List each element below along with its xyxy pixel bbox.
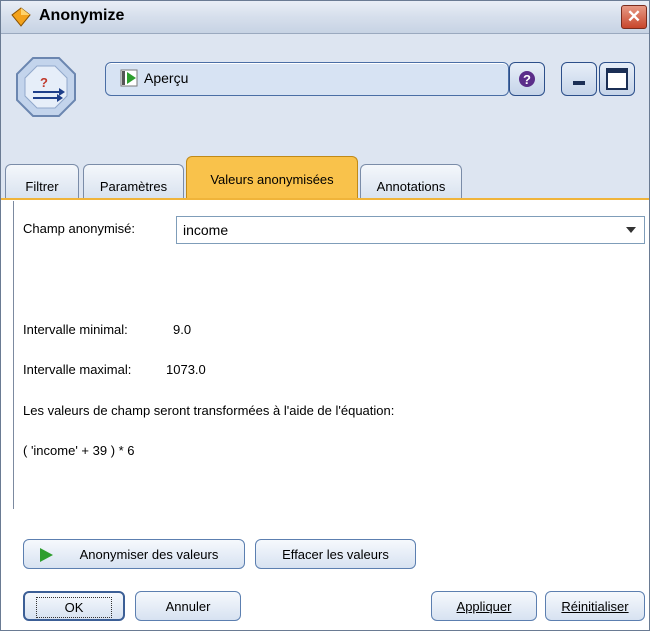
tab-annotations[interactable]: Annotations	[360, 164, 462, 199]
help-icon: ?	[519, 71, 535, 87]
close-button[interactable]: ✕	[621, 5, 647, 29]
cancel-button[interactable]: Annuler	[135, 591, 241, 621]
tab-bar: Filtrer Paramètres Valeurs anonymisées A…	[1, 154, 649, 199]
tab-parametres[interactable]: Paramètres	[83, 164, 184, 199]
window-title: Anonymize	[39, 7, 125, 24]
close-icon: ✕	[626, 7, 642, 26]
minimize-icon	[573, 81, 585, 85]
help-button[interactable]: ?	[509, 62, 545, 96]
node-toolbar: ? Aperçu ?	[1, 34, 649, 154]
clear-values-label: Effacer les valeurs	[282, 547, 389, 562]
preview-play-icon	[120, 69, 138, 87]
maximize-icon	[606, 68, 628, 90]
reset-button[interactable]: Réinitialiser	[545, 591, 645, 621]
ok-label: OK	[35, 597, 113, 618]
tab-valeurs-anonymisees[interactable]: Valeurs anonymisées	[186, 156, 358, 199]
preview-button[interactable]: Aperçu	[105, 62, 509, 96]
content-divider	[13, 201, 14, 509]
reset-label: Réinitialiser	[561, 599, 629, 614]
title-bar: Anonymize ✕	[1, 1, 649, 34]
maximize-button[interactable]	[599, 62, 635, 96]
preview-label: Aperçu	[144, 70, 189, 86]
max-interval-value: 1073.0	[166, 362, 206, 377]
tab-filtrer[interactable]: Filtrer	[5, 164, 79, 199]
apply-button[interactable]: Appliquer	[431, 591, 537, 621]
field-select-value: income	[183, 222, 229, 238]
tab-valeurs-anonymisees-label: Valeurs anonymisées	[210, 172, 334, 187]
equation-text: ( 'income' + 39 ) * 6	[23, 443, 135, 458]
minimize-button[interactable]	[561, 62, 597, 96]
anonymize-values-button[interactable]: Anonymiser des valeurs	[23, 539, 245, 569]
max-interval-label: Intervalle maximal:	[23, 362, 132, 377]
svg-text:?: ?	[40, 75, 48, 90]
svg-text:?: ?	[523, 72, 531, 87]
anonymize-node-icon: ?	[16, 57, 76, 117]
chevron-down-icon	[626, 227, 636, 233]
anonymize-values-label: Anonymiser des valeurs	[79, 547, 219, 562]
cancel-label: Annuler	[165, 599, 211, 614]
tab-parametres-label: Paramètres	[99, 179, 168, 194]
diamond-app-icon	[11, 7, 31, 27]
equation-info-text: Les valeurs de champ seront transformées…	[23, 403, 395, 418]
field-label: Champ anonymisé:	[23, 221, 135, 236]
tab-annotations-label: Annotations	[376, 179, 446, 194]
min-interval-label: Intervalle minimal:	[23, 322, 128, 337]
apply-label: Appliquer	[456, 599, 512, 614]
field-select[interactable]: income	[176, 216, 645, 244]
tab-filtrer-label: Filtrer	[25, 179, 59, 194]
clear-values-button[interactable]: Effacer les valeurs	[255, 539, 416, 569]
anonymize-dialog: Anonymize ✕ ? Aperçu ? Filtrer Paramètre…	[0, 0, 650, 631]
min-interval-value: 9.0	[173, 322, 192, 337]
play-icon	[40, 548, 53, 562]
ok-button[interactable]: OK	[23, 591, 125, 621]
